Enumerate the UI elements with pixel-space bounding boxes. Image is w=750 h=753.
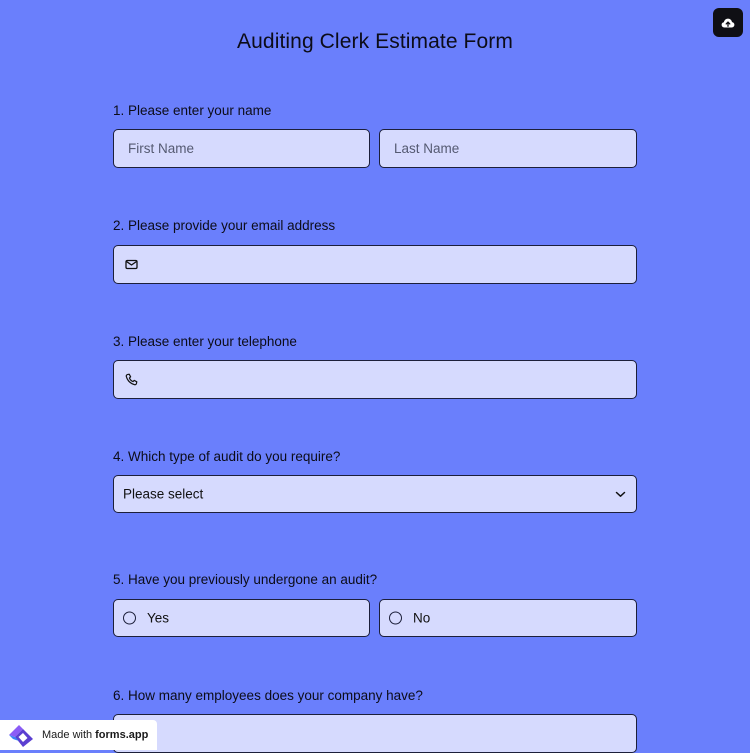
audit-type-select[interactable]: Please select [113,475,637,513]
phone-icon [124,373,138,387]
made-with-text: Made with [42,729,93,741]
question-4-label: 4. Which type of audit do you require? [113,449,341,464]
last-name-input[interactable] [380,130,636,167]
question-1-label: 1. Please enter your name [113,103,272,118]
radio-label-yes: Yes [147,610,170,626]
question-5-label: 5. Have you previously undergone an audi… [113,572,378,587]
first-name-input[interactable] [114,130,369,167]
forms-app-brand-text: forms.app [95,729,149,741]
telephone-field [113,360,637,399]
forms-app-logo [6,722,36,748]
radio-option-no[interactable]: No [379,599,637,637]
made-with-forms-app-badge[interactable]: Made with forms.app [0,720,157,750]
question-2-label: 2. Please provide your email address [113,218,336,233]
question-3-label: 3. Please enter your telephone [113,334,297,349]
question-6-label: 6. How many employees does your company … [113,688,423,703]
employee-count-field [113,714,637,753]
telephone-input[interactable] [114,361,636,398]
chevron-down-icon [614,488,626,500]
radio-option-yes[interactable]: Yes [113,599,370,637]
radio-label-no: No [413,610,431,626]
mail-icon [124,258,138,272]
radio-circle[interactable] [389,611,402,625]
form-title: Auditing Clerk Estimate Form [237,30,513,53]
last-name-field [379,129,637,168]
email-input[interactable] [114,246,636,283]
first-name-field [113,129,370,168]
email-field [113,245,637,284]
employee-count-input[interactable] [114,715,636,752]
radio-circle[interactable] [123,611,136,625]
cloud-upload-icon [721,17,735,29]
audit-type-selected-value: Please select [123,486,204,502]
